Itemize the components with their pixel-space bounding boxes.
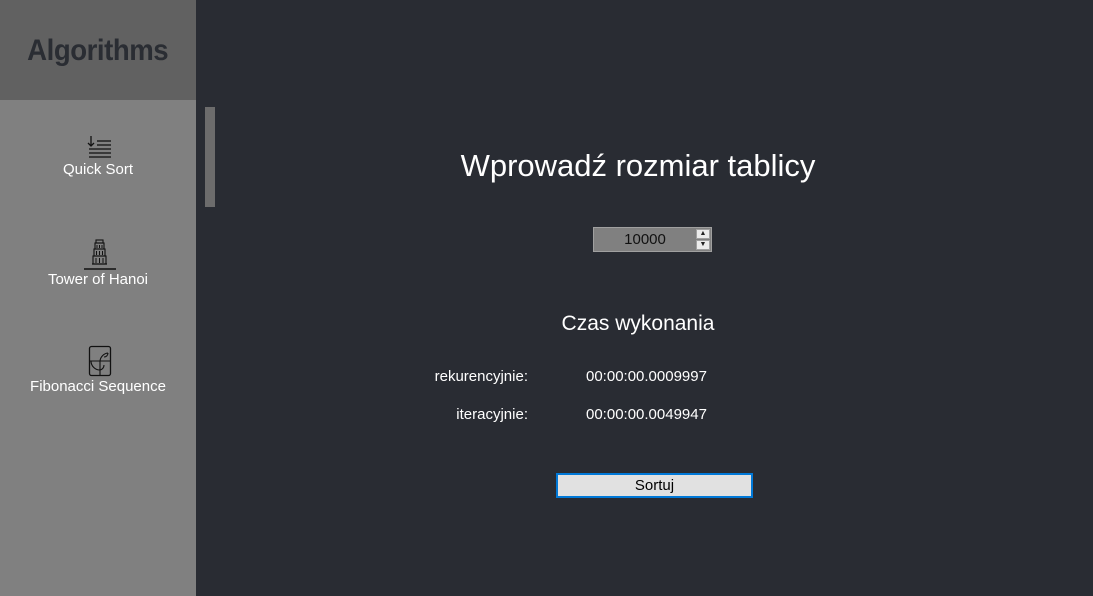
- selection-indicator: [205, 107, 215, 207]
- increment-arrow-icon[interactable]: ▲: [696, 229, 710, 239]
- recursive-label: rekurencyjnie:: [434, 368, 528, 385]
- sidebar: Algorithms Quick Sort Tower of Hanoi Fib…: [0, 0, 196, 596]
- sidebar-item-label: Quick Sort: [62, 161, 134, 178]
- iterative-time-value: 00:00:00.0049947: [586, 406, 707, 423]
- execution-time-title: Czas wykonania: [561, 312, 715, 335]
- recursive-time-value: 00:00:00.0009997: [586, 368, 707, 385]
- app-logo: Algorithms: [27, 34, 169, 67]
- iterative-label: iteracyjnie:: [456, 406, 528, 423]
- array-size-stepper[interactable]: 10000 ▲ ▼: [593, 227, 712, 252]
- tower-icon: [84, 237, 116, 271]
- logo-area: Algorithms: [0, 0, 196, 100]
- fibonacci-spiral-icon: [88, 345, 112, 379]
- sidebar-item-fibonacci-sequence[interactable]: Fibonacci Sequence: [0, 340, 196, 430]
- sort-button[interactable]: Sortuj: [556, 473, 753, 498]
- sidebar-item-label: Tower of Hanoi: [47, 271, 149, 288]
- page-title: Wprowadź rozmiar tablicy: [460, 148, 816, 183]
- sidebar-item-label: Fibonacci Sequence: [30, 378, 166, 395]
- decrement-arrow-icon[interactable]: ▼: [696, 240, 710, 250]
- array-size-input[interactable]: 10000: [594, 228, 696, 251]
- sidebar-item-quick-sort[interactable]: Quick Sort: [0, 130, 196, 220]
- sidebar-item-tower-of-hanoi[interactable]: Tower of Hanoi: [0, 232, 196, 322]
